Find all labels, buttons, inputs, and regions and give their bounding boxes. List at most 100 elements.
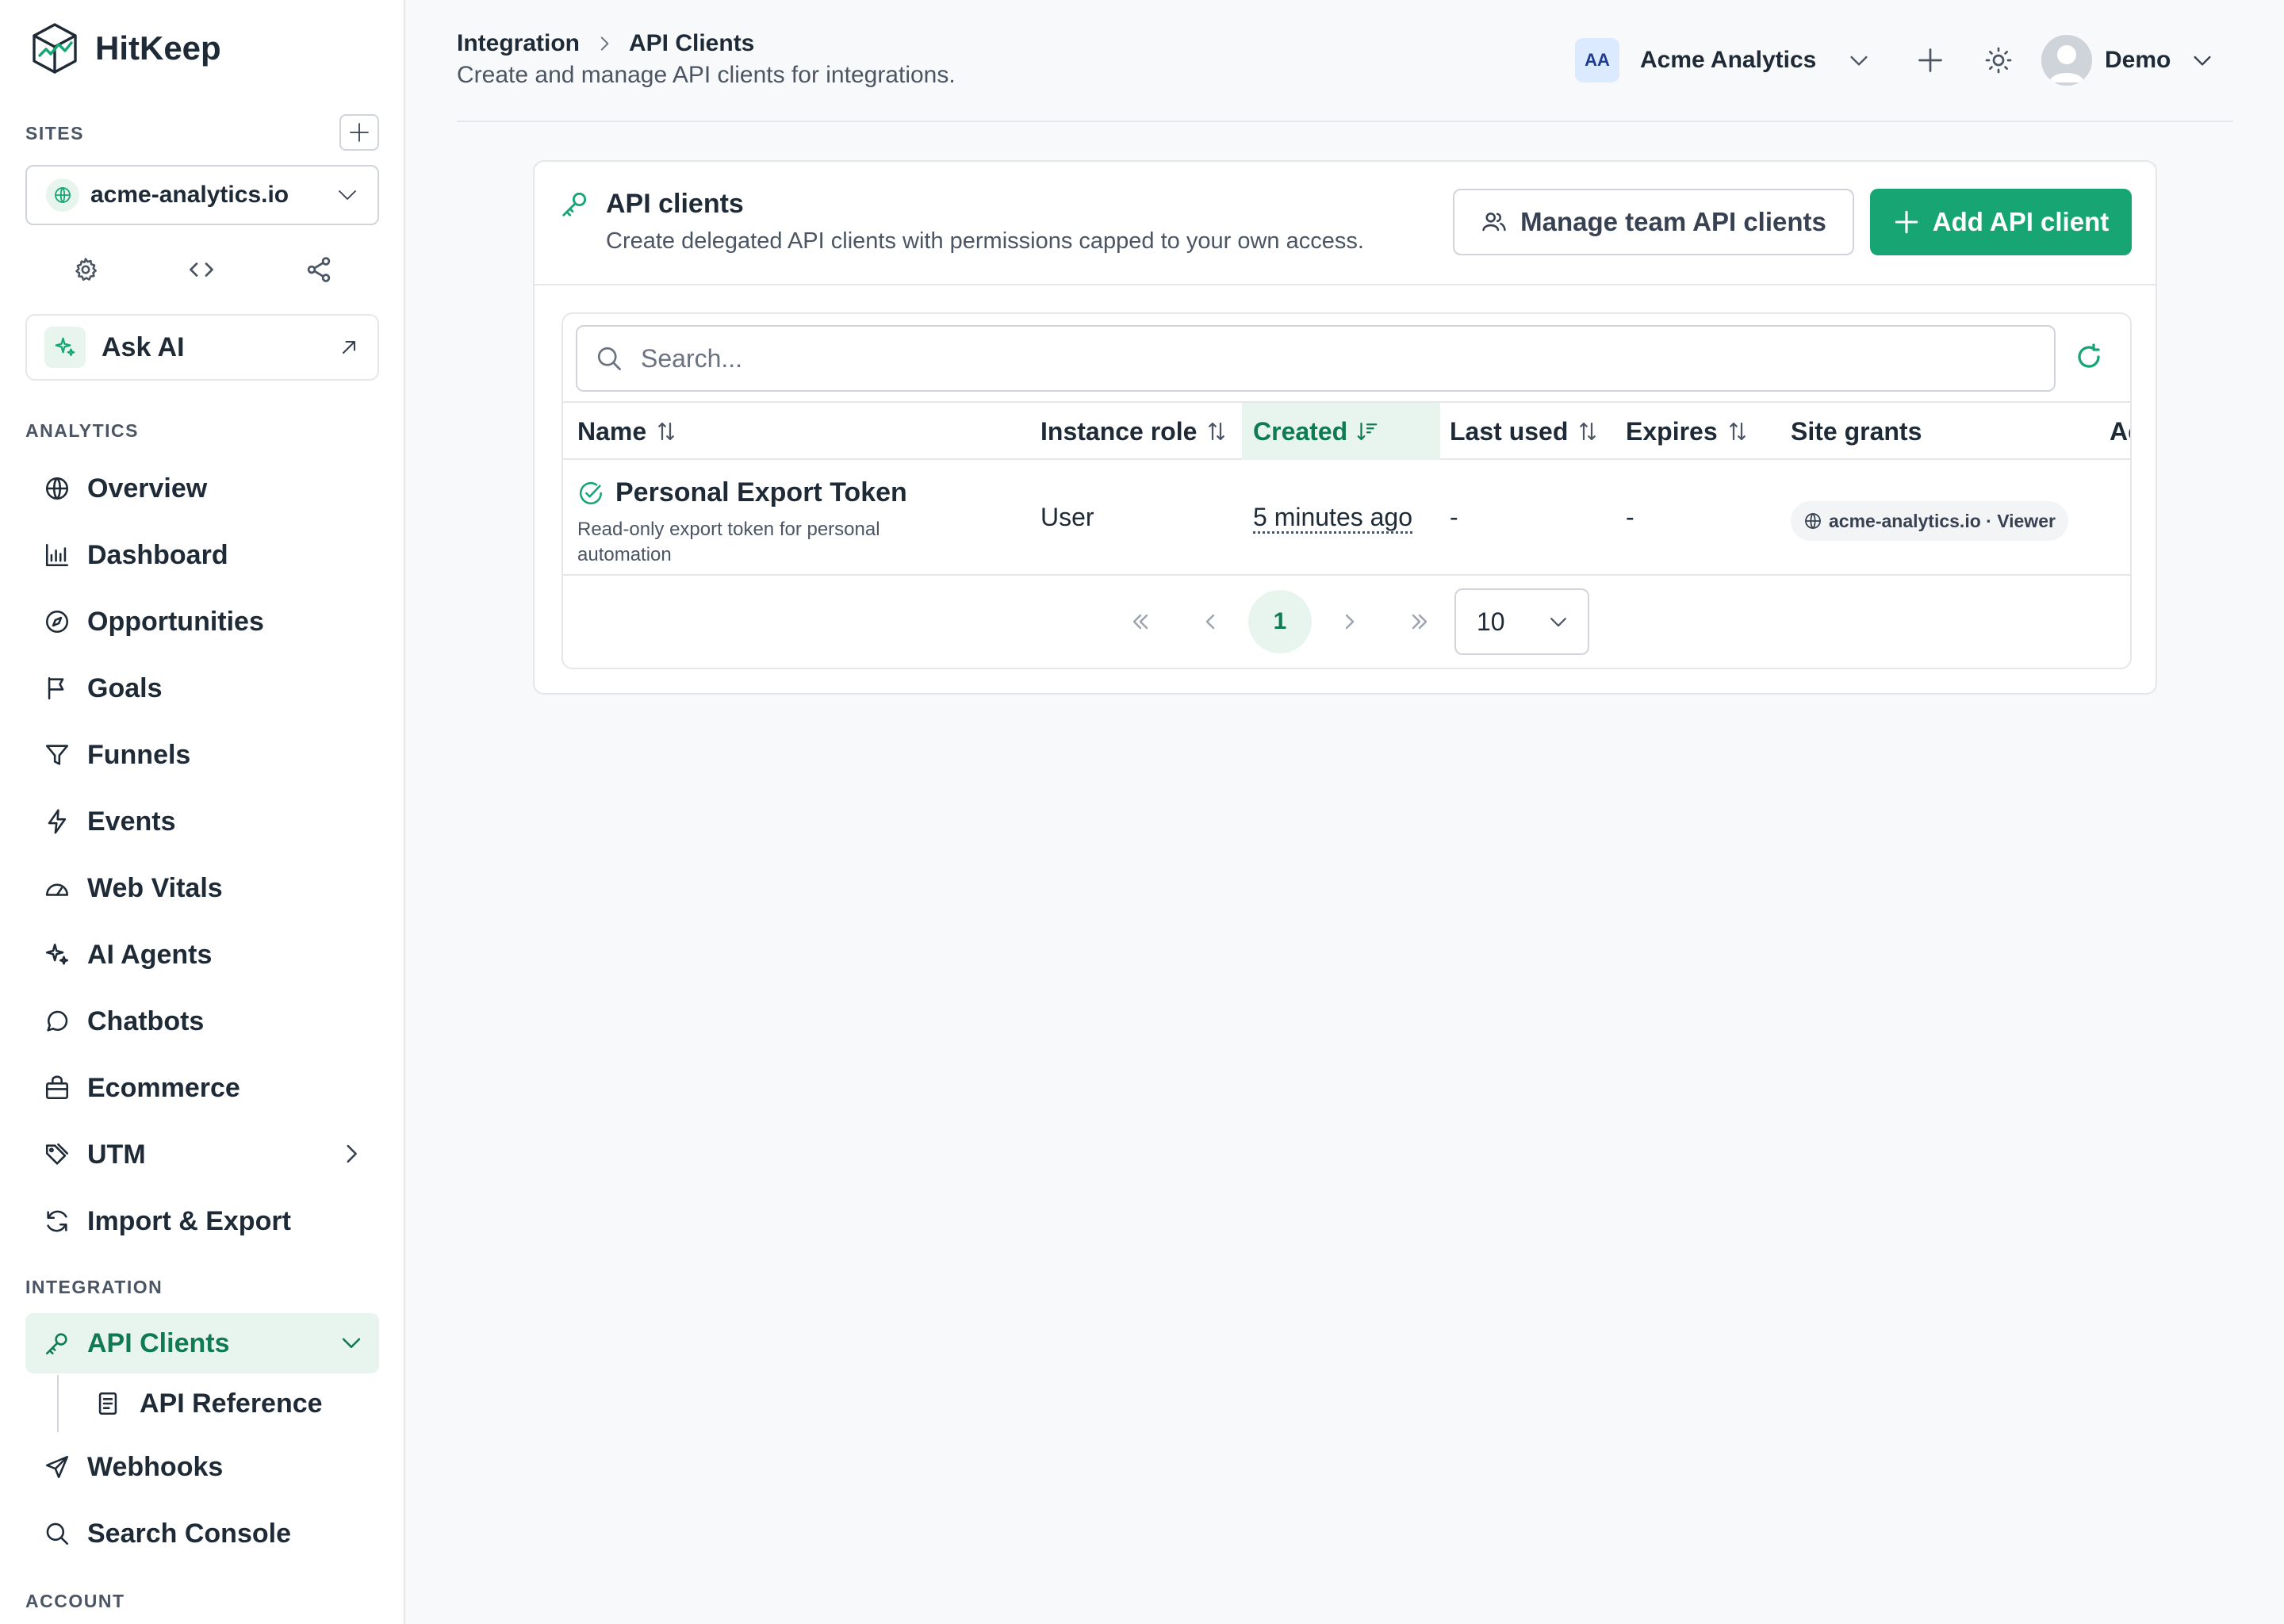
sidebar-item-label: Webhooks xyxy=(87,1451,224,1482)
globe-icon xyxy=(1803,511,1822,530)
page-size-select[interactable]: 10 xyxy=(1454,588,1589,655)
sidebar-item-label: Dashboard xyxy=(87,539,228,570)
theme-toggle-button[interactable] xyxy=(1981,43,2016,78)
sites-section-label: SITES xyxy=(25,123,84,144)
sidebar-item-goals[interactable]: Goals xyxy=(25,658,379,718)
sidebar-item-chatbots[interactable]: Chatbots xyxy=(25,991,379,1051)
column-actions: Ac xyxy=(2110,403,2130,460)
manage-team-api-clients-button[interactable]: Manage team API clients xyxy=(1453,189,1854,255)
sidebar-item-search-console[interactable]: Search Console xyxy=(25,1503,379,1564)
client-name-text: Personal Export Token xyxy=(615,477,907,508)
add-api-client-button[interactable]: Add API client xyxy=(1870,189,2132,255)
sidebar-item-label: API Reference xyxy=(140,1388,323,1419)
sidebar-item-label: Ecommerce xyxy=(87,1072,240,1103)
column-name[interactable]: Name xyxy=(577,403,678,460)
breadcrumb-current: API Clients xyxy=(629,30,755,56)
ask-ai-button[interactable]: Ask AI xyxy=(25,314,379,381)
sort-icon xyxy=(1576,419,1600,443)
api-clients-table: Name Instance role Created Last used Exp… xyxy=(561,312,2132,669)
page-button-current[interactable]: 1 xyxy=(1248,590,1312,653)
chevrons-left-icon xyxy=(1132,614,1148,630)
flag-icon xyxy=(43,674,71,703)
created-cell: 5 minutes ago xyxy=(1253,503,1413,534)
chevron-down-icon xyxy=(1546,610,1570,634)
sidebar-item-web-vitals[interactable]: Web Vitals xyxy=(25,858,379,918)
column-label: Created xyxy=(1253,416,1348,446)
card-title: API clients xyxy=(606,189,744,219)
share-icon xyxy=(307,257,331,282)
column-label: Site grants xyxy=(1791,416,1922,446)
integration-section-label: INTEGRATION xyxy=(25,1277,163,1297)
sidebar-item-api-reference[interactable]: API Reference xyxy=(57,1375,379,1432)
sidebar-item-dashboard[interactable]: Dashboard xyxy=(25,525,379,585)
site-selector[interactable]: acme-analytics.io xyxy=(25,165,379,225)
account-section-label: ACCOUNT xyxy=(25,1591,125,1611)
column-label: Name xyxy=(577,416,647,446)
sidebar-item-label: API Clients xyxy=(87,1327,230,1358)
globe-icon xyxy=(46,178,79,212)
sort-icon xyxy=(654,419,678,443)
chevrons-right-icon xyxy=(1412,614,1428,630)
first-page-button[interactable] xyxy=(1109,590,1172,653)
create-new-button[interactable] xyxy=(1913,43,1948,78)
chevron-right-icon xyxy=(1345,614,1355,630)
column-created[interactable]: Created xyxy=(1242,403,1440,460)
ask-ai-label: Ask AI xyxy=(102,331,185,362)
sidebar-item-utm[interactable]: UTM xyxy=(25,1124,379,1185)
sparkles-icon xyxy=(44,327,86,368)
header-divider xyxy=(457,121,2233,122)
sort-icon xyxy=(1726,419,1749,443)
chevron-down-icon xyxy=(2190,48,2215,73)
sidebar-item-ai-agents[interactable]: AI Agents xyxy=(25,925,379,985)
sync-icon xyxy=(43,1207,71,1235)
site-settings-button[interactable] xyxy=(68,252,103,287)
user-name: Demo xyxy=(2105,47,2171,73)
sidebar-item-webhooks[interactable]: Webhooks xyxy=(25,1437,379,1497)
sidebar-item-api-clients[interactable]: API Clients xyxy=(25,1313,379,1373)
add-site-button[interactable] xyxy=(339,114,379,151)
analytics-section-label: ANALYTICS xyxy=(25,420,139,441)
column-label: Last used xyxy=(1450,416,1569,446)
brand-name: HitKeep xyxy=(95,29,221,67)
next-page-button[interactable] xyxy=(1318,590,1382,653)
check-circle-icon xyxy=(577,480,604,507)
refresh-button[interactable] xyxy=(2075,343,2103,371)
client-name: Personal Export Token xyxy=(577,477,907,508)
sidebar-item-funnels[interactable]: Funnels xyxy=(25,725,379,785)
sidebar-item-label: Goals xyxy=(87,672,163,703)
chevron-down-icon xyxy=(1846,48,1872,73)
column-expires[interactable]: Expires xyxy=(1626,403,1749,460)
sidebar-item-overview[interactable]: Overview xyxy=(25,458,379,519)
sidebar-item-ecommerce[interactable]: Ecommerce xyxy=(25,1058,379,1118)
search-input[interactable] xyxy=(641,343,1989,373)
chevron-right-icon xyxy=(338,1140,365,1167)
users-icon xyxy=(1481,209,1508,236)
tracking-code-button[interactable] xyxy=(184,252,219,287)
globe-icon xyxy=(43,474,71,503)
sidebar-item-label: Search Console xyxy=(87,1518,291,1549)
sidebar-item-events[interactable]: Events xyxy=(25,791,379,852)
chevron-down-icon xyxy=(338,1329,365,1356)
api-clients-card: API clients Create delegated API clients… xyxy=(533,160,2157,695)
organization-switcher[interactable]: AA Acme Analytics xyxy=(1575,38,1872,82)
breadcrumb-parent[interactable]: Integration xyxy=(457,30,580,57)
instance-role-cell: User xyxy=(1040,503,1094,531)
breadcrumb: Integration API Clients xyxy=(457,30,754,57)
last-page-button[interactable] xyxy=(1388,590,1451,653)
brand[interactable]: HitKeep xyxy=(30,22,221,75)
chevron-left-icon xyxy=(1205,614,1215,630)
previous-page-button[interactable] xyxy=(1178,590,1242,653)
chevron-down-icon xyxy=(335,182,360,208)
sidebar-item-label: Overview xyxy=(87,473,208,504)
column-last-used[interactable]: Last used xyxy=(1450,403,1600,460)
organization-avatar: AA xyxy=(1575,38,1619,82)
sidebar-item-opportunities[interactable]: Opportunities xyxy=(25,592,379,652)
user-menu[interactable]: Demo xyxy=(2041,35,2215,86)
column-instance-role[interactable]: Instance role xyxy=(1040,403,1228,460)
table-row[interactable]: Personal Export Token Read-only export t… xyxy=(563,462,2130,576)
search-icon xyxy=(43,1519,71,1548)
share-site-button[interactable] xyxy=(301,252,336,287)
sidebar-item-import-export[interactable]: Import & Export xyxy=(25,1191,379,1251)
search-field[interactable] xyxy=(576,325,2056,392)
sidebar-item-label: Import & Export xyxy=(87,1205,291,1236)
